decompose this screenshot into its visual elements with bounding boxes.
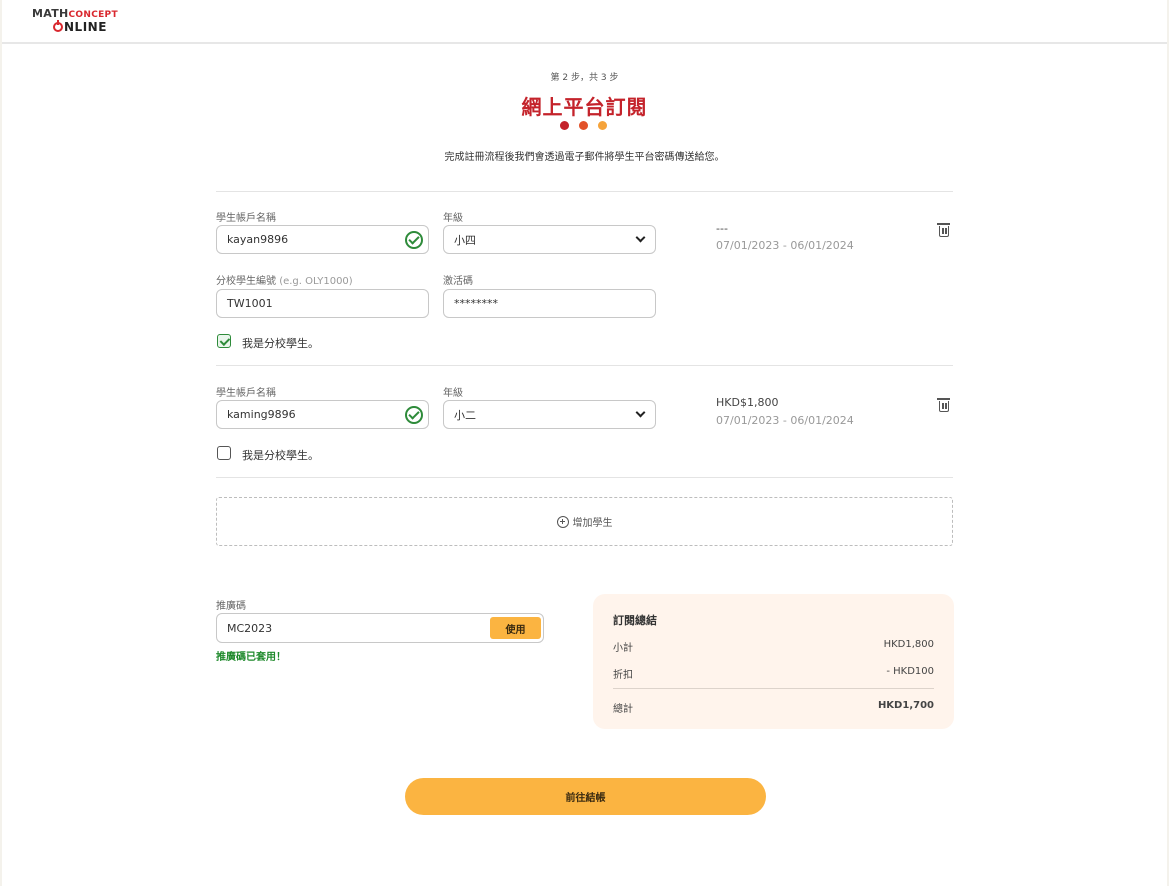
total-value: HKD1,700	[877, 700, 934, 711]
math-concept-online-logo[interactable]: MATHCONCEPT NLINE	[32, 8, 118, 33]
chevron-down-icon	[635, 407, 646, 418]
grade-select[interactable]: 小四	[443, 225, 656, 254]
promo-code-label: 推廣碼	[216, 601, 246, 612]
divider	[216, 365, 953, 366]
grade-label: 年級	[443, 213, 463, 224]
chevron-down-icon	[635, 232, 646, 243]
step-indicator: 第 2 步，共 3 步	[550, 73, 619, 83]
power-icon	[53, 20, 63, 32]
account-name-input[interactable]: kayan9896	[216, 225, 429, 254]
total-label: 總計	[613, 704, 633, 715]
discount-label: 折扣	[613, 670, 633, 681]
account-name-label: 學生帳戶名稱	[216, 213, 276, 224]
branch-student-label: 我是分校學生。	[242, 449, 319, 462]
logo-text-online: NLINE	[64, 20, 107, 34]
promo-success-message: 推廣碼已套用！	[216, 652, 286, 663]
divider	[216, 477, 953, 478]
add-student-button[interactable]: 增加學生	[216, 497, 953, 546]
student-price: ---	[716, 222, 728, 235]
subtotal-row: 小計 HKD1,800	[613, 639, 934, 654]
account-name-value: kaming9896	[227, 408, 296, 421]
account-name-label: 學生帳戶名稱	[216, 388, 276, 399]
divider	[216, 191, 953, 192]
activation-code-input[interactable]: ********	[443, 289, 656, 318]
check-circle-icon	[405, 231, 423, 249]
summary-divider	[613, 688, 934, 689]
delete-student-icon[interactable]	[937, 398, 950, 412]
subscription-summary: 訂閱總結 小計 HKD1,800 折扣 - HKD100 總計 HKD1,700	[593, 594, 954, 729]
grade-value: 小四	[454, 233, 476, 247]
account-name-input[interactable]: kaming9896	[216, 400, 429, 429]
logo-text-concept: CONCEPT	[68, 10, 118, 20]
logo-text-math: MATH	[32, 7, 69, 20]
subscription-period: 07/01/2023 - 06/01/2024	[716, 239, 854, 252]
delete-student-icon[interactable]	[937, 223, 950, 237]
school-id-hint: (e.g. OLY1000)	[279, 276, 353, 287]
school-id-input[interactable]: TW1001	[216, 289, 429, 318]
activation-code-value: ********	[454, 297, 498, 310]
progress-dot-1	[560, 121, 569, 130]
total-row: 總計 HKD1,700	[613, 700, 934, 715]
activation-code-label: 激活碼	[443, 276, 473, 287]
grade-select[interactable]: 小二	[443, 400, 656, 429]
progress-dot-3	[598, 121, 607, 130]
account-name-value: kayan9896	[227, 233, 289, 246]
checkout-button[interactable]: 前往結帳	[405, 778, 766, 815]
subtotal-value: HKD1,800	[883, 639, 934, 650]
subtitle: 完成註冊流程後我們會透過電子郵件將學生平台密碼傳送給您。	[444, 152, 725, 163]
summary-title: 訂閱總結	[613, 614, 657, 627]
branch-student-checkbox[interactable]	[217, 334, 231, 348]
check-circle-icon	[405, 406, 423, 424]
plus-circle-icon	[556, 515, 569, 528]
subtotal-label: 小計	[613, 643, 633, 654]
promo-code-value: MC2023	[227, 621, 273, 635]
top-bar: MATHCONCEPT NLINE	[2, 0, 1167, 44]
page-title: 網上平台訂閱	[521, 95, 648, 119]
discount-value: - HKD100	[886, 666, 934, 677]
grade-label: 年級	[443, 388, 463, 399]
grade-value: 小二	[454, 408, 476, 422]
add-student-label: 增加學生	[572, 518, 613, 529]
progress-dots	[560, 121, 607, 130]
progress-dot-2	[579, 121, 588, 130]
school-id-label: 分校學生編號 (e.g. OLY1000)	[216, 276, 353, 287]
apply-promo-button[interactable]: 使用	[490, 617, 541, 639]
school-id-value: TW1001	[227, 297, 273, 310]
student-price: HKD$1,800	[716, 396, 779, 409]
page: MATHCONCEPT NLINE 第 2 步，共 3 步 網上平台訂閱 完成註…	[2, 0, 1167, 886]
discount-row: 折扣 - HKD100	[613, 666, 934, 681]
branch-student-checkbox[interactable]	[217, 446, 231, 460]
subscription-period: 07/01/2023 - 06/01/2024	[716, 414, 854, 427]
branch-student-label: 我是分校學生。	[242, 337, 319, 350]
